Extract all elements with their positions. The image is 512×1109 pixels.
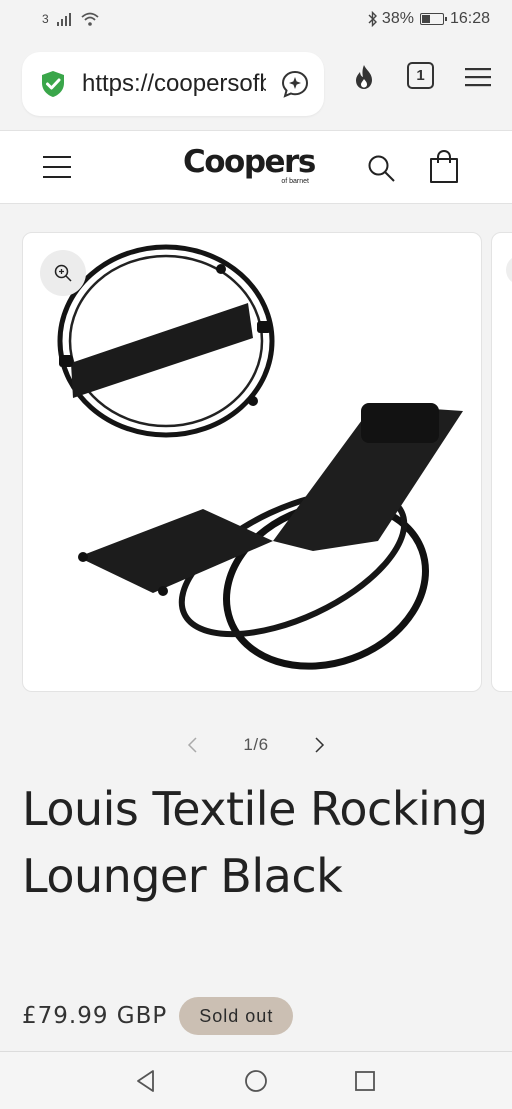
bluetooth-icon: [368, 11, 377, 27]
logo-sub-text: of barnet: [281, 178, 309, 185]
price-row: £79.99 GBP Sold out: [22, 996, 294, 1036]
tab-switcher-icon[interactable]: 1: [407, 62, 434, 89]
signal-icon: [56, 13, 71, 26]
recents-icon[interactable]: [353, 1069, 377, 1093]
product-image: [57, 244, 463, 670]
home-icon[interactable]: [244, 1069, 268, 1093]
next-image-card[interactable]: [491, 232, 512, 692]
cart-icon[interactable]: [428, 149, 460, 185]
system-nav-bar: [0, 1051, 512, 1109]
browser-toolbar: https://coopersofbarnet.co.uk 1: [0, 38, 512, 130]
chevron-right-icon[interactable]: [310, 736, 328, 754]
back-icon[interactable]: [134, 1069, 158, 1093]
flame-icon[interactable]: [349, 62, 379, 92]
status-bar: 3 38% 16:28: [0, 0, 512, 38]
battery-icon: [419, 13, 447, 25]
gallery-counter: 1/6: [243, 735, 269, 754]
battery-percent: 38%: [381, 10, 414, 27]
site-logo[interactable]: Coopers of barnet: [183, 143, 323, 193]
logo-main-text: Coopers: [183, 144, 316, 180]
gallery-pager: 1/6: [0, 728, 512, 762]
shield-check-icon[interactable]: [38, 69, 68, 99]
zoom-button-partial[interactable]: [506, 255, 512, 285]
address-bar[interactable]: https://coopersofbarnet.co.uk: [22, 52, 324, 116]
url-text[interactable]: https://coopersofbarnet.co.uk: [82, 70, 266, 98]
tab-count: 1: [416, 67, 425, 84]
wifi-icon: [81, 12, 99, 26]
product-image-card[interactable]: [22, 232, 482, 692]
clock: 16:28: [449, 10, 490, 27]
product-title: Louis Textile Rocking Lounger Black: [22, 782, 488, 903]
sim-label: 3: [42, 12, 49, 26]
menu-icon[interactable]: [464, 62, 492, 92]
ai-assistant-icon[interactable]: [280, 69, 310, 99]
search-icon[interactable]: [366, 153, 396, 183]
chevron-left-icon[interactable]: [184, 736, 202, 754]
sold-out-badge: Sold out: [179, 997, 294, 1035]
product-price: £79.99 GBP: [22, 1003, 168, 1029]
site-header: Coopers of barnet: [0, 130, 512, 204]
zoom-button[interactable]: [40, 250, 86, 296]
hamburger-menu-icon[interactable]: [42, 153, 72, 181]
zoom-in-icon: [54, 264, 72, 282]
